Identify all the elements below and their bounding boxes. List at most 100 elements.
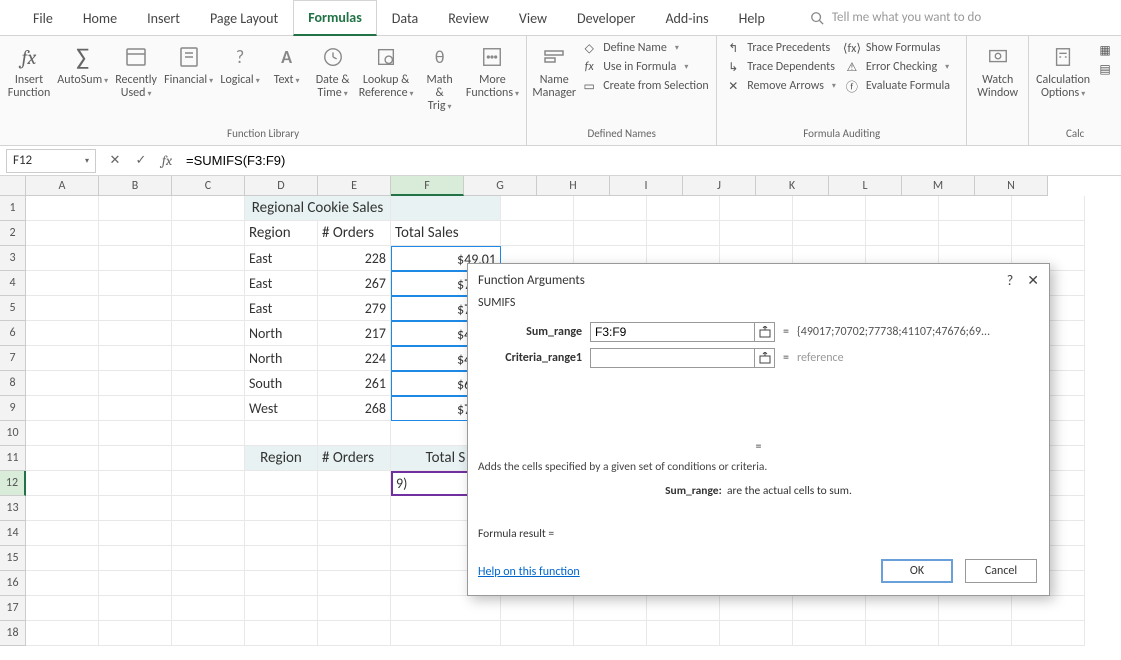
cell[interactable] — [26, 521, 99, 546]
cell[interactable] — [245, 621, 318, 646]
col-header-F[interactable]: F — [391, 176, 464, 196]
col-header-M[interactable]: M — [902, 176, 975, 196]
remove-arrows-button[interactable]: ✕Remove Arrows▾ — [725, 78, 836, 94]
cell[interactable] — [99, 571, 172, 596]
cell[interactable] — [99, 246, 172, 271]
row-header-15[interactable]: 15 — [0, 546, 26, 571]
cell[interactable] — [26, 321, 99, 346]
cell[interactable] — [866, 196, 939, 221]
cell[interactable] — [793, 596, 866, 621]
cell[interactable] — [501, 221, 574, 246]
cell[interactable] — [172, 571, 245, 596]
cell[interactable] — [318, 546, 391, 571]
data-orders[interactable]: 217 — [318, 321, 391, 346]
enter-formula-button[interactable]: ✓ — [128, 149, 154, 173]
cell[interactable] — [26, 396, 99, 421]
cell[interactable] — [939, 196, 1012, 221]
data-region[interactable]: South — [245, 371, 318, 396]
row-header-10[interactable]: 10 — [0, 421, 26, 446]
cell[interactable] — [99, 421, 172, 446]
use-in-formula-button[interactable]: fxUse in Formula▾ — [581, 59, 709, 75]
cell[interactable] — [172, 396, 245, 421]
data-orders[interactable]: 228 — [318, 246, 391, 271]
cell[interactable] — [647, 621, 720, 646]
name-box[interactable]: F12 ▾ — [6, 149, 96, 173]
data-orders[interactable]: 261 — [318, 371, 391, 396]
cell[interactable] — [172, 246, 245, 271]
cell[interactable] — [720, 596, 793, 621]
cell[interactable] — [793, 196, 866, 221]
cell[interactable] — [172, 521, 245, 546]
header-region[interactable]: Region — [245, 221, 318, 246]
tab-developer[interactable]: Developer — [562, 0, 650, 36]
cell[interactable] — [99, 596, 172, 621]
trace-dependents-button[interactable]: ↳Trace Dependents — [725, 59, 836, 75]
row-header-8[interactable]: 8 — [0, 371, 26, 396]
text-button[interactable]: A Text▾ — [264, 38, 310, 88]
cell[interactable] — [245, 546, 318, 571]
col-header-I[interactable]: I — [610, 176, 683, 196]
row-header-5[interactable]: 5 — [0, 296, 26, 321]
col-header-H[interactable]: H — [537, 176, 610, 196]
tab-file[interactable]: File — [18, 0, 68, 36]
cell[interactable] — [318, 421, 391, 446]
cell[interactable] — [866, 221, 939, 246]
cell[interactable] — [318, 496, 391, 521]
cell[interactable] — [391, 596, 501, 621]
row-header-3[interactable]: 3 — [0, 246, 26, 271]
cell[interactable] — [26, 546, 99, 571]
row-header-11[interactable]: 11 — [0, 446, 26, 471]
cell[interactable] — [245, 496, 318, 521]
cell[interactable] — [647, 596, 720, 621]
cell[interactable] — [245, 571, 318, 596]
date-time-button[interactable]: Date & Time▾ — [310, 38, 356, 101]
error-checking-button[interactable]: ⚠Error Checking▾ — [844, 59, 950, 75]
summary-header-orders[interactable]: # Orders — [318, 446, 391, 471]
tab-help[interactable]: Help — [724, 0, 780, 36]
row-header-2[interactable]: 2 — [0, 221, 26, 246]
trace-precedents-button[interactable]: ↰Trace Precedents — [725, 40, 836, 56]
cell[interactable] — [391, 196, 501, 221]
col-header-E[interactable]: E — [318, 176, 391, 196]
cell[interactable] — [26, 621, 99, 646]
tab-home[interactable]: Home — [68, 0, 132, 36]
cell[interactable] — [26, 246, 99, 271]
cell[interactable] — [1012, 596, 1085, 621]
tell-me-search[interactable]: Tell me what you want to do — [810, 10, 981, 25]
cell[interactable] — [391, 621, 501, 646]
cell[interactable] — [172, 471, 245, 496]
cell[interactable] — [318, 471, 391, 496]
cell[interactable] — [939, 221, 1012, 246]
help-link[interactable]: Help on this function — [478, 565, 580, 579]
cell[interactable] — [99, 296, 172, 321]
row-header-12[interactable]: 12 — [0, 471, 26, 496]
cell[interactable] — [26, 596, 99, 621]
cell[interactable] — [172, 321, 245, 346]
math-trig-button[interactable]: θ Math & Trig▾ — [417, 38, 463, 114]
cell[interactable] — [501, 621, 574, 646]
col-header-B[interactable]: B — [99, 176, 172, 196]
cell[interactable] — [1012, 221, 1085, 246]
cell[interactable] — [501, 196, 574, 221]
cell[interactable] — [245, 596, 318, 621]
data-region[interactable]: North — [245, 346, 318, 371]
cell[interactable] — [26, 296, 99, 321]
autosum-button[interactable]: ∑ AutoSum▾ — [54, 38, 111, 88]
recently-used-button[interactable]: Recently Used▾ — [111, 38, 160, 101]
cell[interactable] — [245, 471, 318, 496]
row-header-4[interactable]: 4 — [0, 271, 26, 296]
col-header-D[interactable]: D — [245, 176, 318, 196]
cell[interactable] — [1012, 196, 1085, 221]
cell[interactable] — [172, 621, 245, 646]
ok-button[interactable]: OK — [881, 559, 953, 583]
cell[interactable] — [172, 596, 245, 621]
header-orders[interactable]: # Orders — [318, 221, 391, 246]
cell[interactable] — [99, 221, 172, 246]
data-orders[interactable]: 224 — [318, 346, 391, 371]
summary-header-region[interactable]: Region — [245, 446, 318, 471]
cell[interactable] — [99, 521, 172, 546]
close-icon[interactable]: ✕ — [1027, 272, 1039, 289]
cell[interactable] — [26, 471, 99, 496]
cell[interactable] — [318, 596, 391, 621]
data-region[interactable]: North — [245, 321, 318, 346]
